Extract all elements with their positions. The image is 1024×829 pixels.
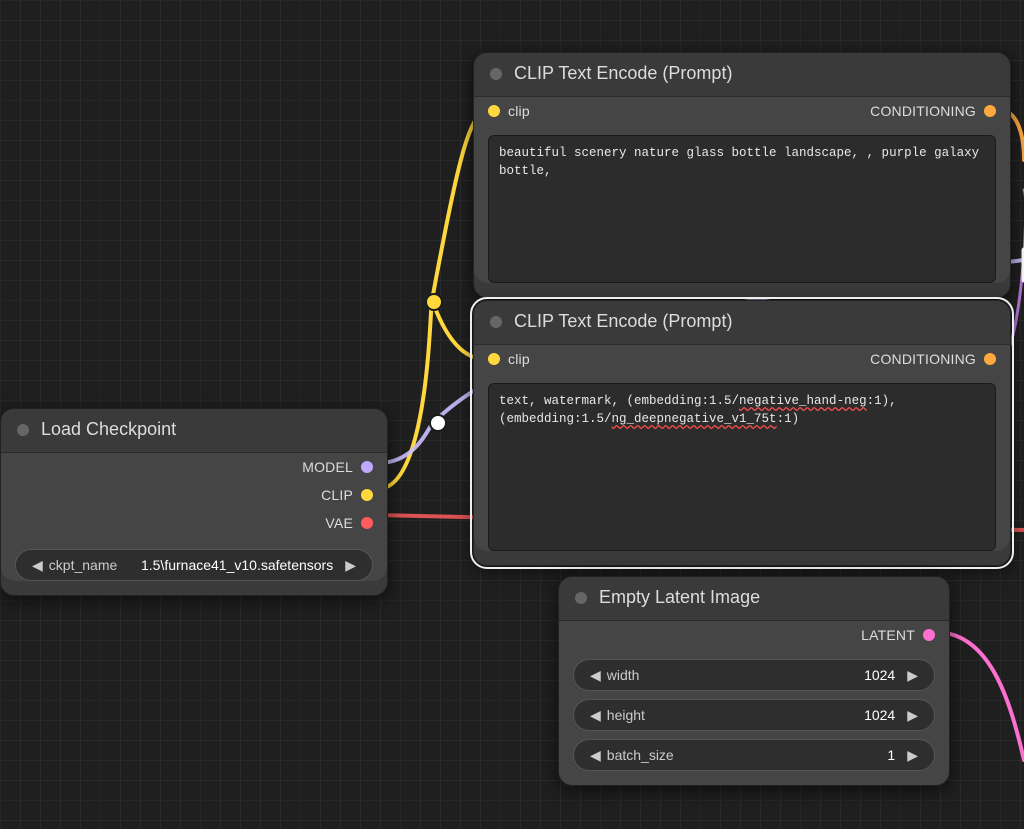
widget-value: 1 xyxy=(887,747,895,763)
chevron-right-icon[interactable]: ▶ xyxy=(901,667,924,684)
widget-label: ckpt_name xyxy=(49,557,117,573)
node-title: CLIP Text Encode (Prompt) xyxy=(514,63,732,84)
io-row: clip CONDITIONING xyxy=(474,97,1010,125)
io-row: clip CONDITIONING xyxy=(474,345,1010,373)
chevron-right-icon[interactable]: ▶ xyxy=(901,707,924,724)
prompt-text-input[interactable]: text, watermark, (embedding:1.5/negative… xyxy=(488,383,996,551)
chevron-right-icon[interactable]: ▶ xyxy=(901,747,924,764)
port-icon[interactable] xyxy=(984,353,996,365)
batch-size-number-widget[interactable]: ◀ batch_size 1 ▶ xyxy=(573,739,935,771)
node-body: LATENT ◀ width 1024 ▶ ◀ height 1024 ▶ ◀ … xyxy=(559,621,949,785)
port-icon[interactable] xyxy=(361,461,373,473)
node-title: CLIP Text Encode (Prompt) xyxy=(514,311,732,332)
output-slot-model[interactable]: MODEL xyxy=(1,453,387,481)
widget-stack: ◀ width 1024 ▶ ◀ height 1024 ▶ ◀ batch_s… xyxy=(559,649,949,785)
node-title: Empty Latent Image xyxy=(599,587,760,608)
output-slot-vae[interactable]: VAE xyxy=(1,509,387,537)
chevron-left-icon[interactable]: ◀ xyxy=(26,557,49,574)
prompt-text-input[interactable]: beautiful scenery nature glass bottle la… xyxy=(488,135,996,283)
node-clip-text-encode-negative[interactable]: CLIP Text Encode (Prompt) clip CONDITION… xyxy=(473,300,1011,566)
node-header[interactable]: Empty Latent Image xyxy=(559,577,949,621)
chevron-left-icon[interactable]: ◀ xyxy=(584,667,607,684)
output-slot-conditioning[interactable]: CONDITIONING xyxy=(870,103,976,119)
port-icon[interactable] xyxy=(923,629,935,641)
output-slot-latent[interactable]: LATENT xyxy=(559,621,949,649)
port-icon[interactable] xyxy=(488,105,500,117)
widget-label: width xyxy=(607,667,640,683)
collapse-dot-icon[interactable] xyxy=(490,68,502,80)
chevron-right-icon[interactable]: ▶ xyxy=(339,557,362,574)
collapse-dot-icon[interactable] xyxy=(575,592,587,604)
node-load-checkpoint[interactable]: Load Checkpoint MODEL CLIP VAE ◀ ckpt_na… xyxy=(0,408,388,596)
widget-label: height xyxy=(607,707,645,723)
node-body: clip CONDITIONING text, watermark, (embe… xyxy=(474,345,1010,551)
node-clip-text-encode-positive[interactable]: CLIP Text Encode (Prompt) clip CONDITION… xyxy=(473,52,1011,298)
widget-label: batch_size xyxy=(607,747,674,763)
chevron-left-icon[interactable]: ◀ xyxy=(584,707,607,724)
output-slot-clip[interactable]: CLIP xyxy=(1,481,387,509)
chevron-left-icon[interactable]: ◀ xyxy=(584,747,607,764)
port-icon[interactable] xyxy=(361,517,373,529)
width-number-widget[interactable]: ◀ width 1024 ▶ xyxy=(573,659,935,691)
collapse-dot-icon[interactable] xyxy=(17,424,29,436)
port-icon[interactable] xyxy=(984,105,996,117)
port-icon[interactable] xyxy=(361,489,373,501)
widget-value: 1.5\furnace41_v10.safetensors xyxy=(141,557,333,573)
node-empty-latent-image[interactable]: Empty Latent Image LATENT ◀ width 1024 ▶… xyxy=(558,576,950,786)
port-icon[interactable] xyxy=(488,353,500,365)
widget-value: 1024 xyxy=(864,667,895,683)
node-header[interactable]: Load Checkpoint xyxy=(1,409,387,453)
input-slot-clip[interactable]: clip xyxy=(508,351,530,367)
output-slot-conditioning[interactable]: CONDITIONING xyxy=(870,351,976,367)
widget-value: 1024 xyxy=(864,707,895,723)
node-body: clip CONDITIONING beautiful scenery natu… xyxy=(474,97,1010,283)
input-slot-clip[interactable]: clip xyxy=(508,103,530,119)
collapse-dot-icon[interactable] xyxy=(490,316,502,328)
ckpt-name-combo[interactable]: ◀ ckpt_name 1.5\furnace41_v10.safetensor… xyxy=(15,549,373,581)
node-header[interactable]: CLIP Text Encode (Prompt) xyxy=(474,53,1010,97)
node-body: MODEL CLIP VAE ◀ ckpt_name 1.5\furnace41… xyxy=(1,453,387,581)
height-number-widget[interactable]: ◀ height 1024 ▶ xyxy=(573,699,935,731)
node-header[interactable]: CLIP Text Encode (Prompt) xyxy=(474,301,1010,345)
node-title: Load Checkpoint xyxy=(41,419,176,440)
